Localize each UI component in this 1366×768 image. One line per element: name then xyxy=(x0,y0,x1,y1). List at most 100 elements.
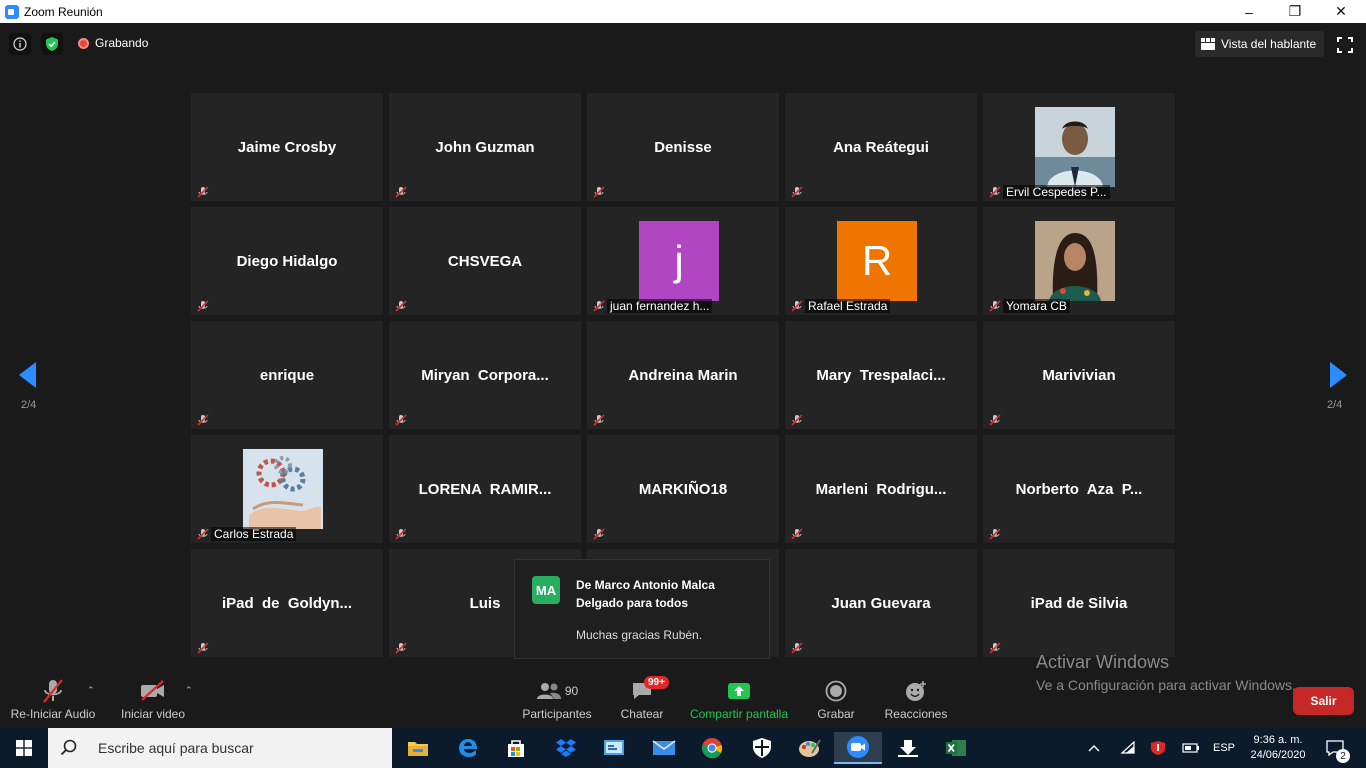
prev-page-arrow-icon[interactable] xyxy=(19,362,36,388)
audio-button[interactable]: Re-Iniciar Audio xyxy=(8,677,98,721)
participants-label: Participantes xyxy=(522,707,592,721)
muted-mic-icon xyxy=(8,677,98,705)
control-panel-icon[interactable] xyxy=(590,732,638,764)
reactions-icon-wrap xyxy=(882,677,950,705)
chat-notification-popup[interactable]: MA De Marco Antonio Malca Delgado para t… xyxy=(514,559,770,659)
antivirus-tray-icon[interactable] xyxy=(1148,728,1168,768)
muted-mic-icon xyxy=(989,299,1001,312)
participant-tile[interactable]: LORENA RAMIR... xyxy=(389,435,581,543)
share-screen-label: Compartir pantalla xyxy=(689,707,789,721)
video-button[interactable]: Iniciar video xyxy=(116,677,190,721)
participant-tile[interactable]: Mary Trespalaci... xyxy=(785,321,977,429)
muted-mic-icon xyxy=(395,527,407,540)
participant-avatar: R xyxy=(837,221,917,301)
info-icon[interactable] xyxy=(9,33,31,55)
record-button[interactable]: Grabar xyxy=(810,677,862,721)
participant-label: Yomara CB xyxy=(1003,299,1070,313)
muted-mic-icon xyxy=(791,527,803,540)
participant-name: Ana Reátegui xyxy=(833,139,929,156)
muted-mic-icon xyxy=(197,413,209,426)
participant-tile[interactable]: Norberto Aza P... xyxy=(983,435,1175,543)
participant-name: LORENA RAMIR... xyxy=(418,481,552,498)
participant-tile[interactable]: Ervil Cespedes P... xyxy=(983,93,1175,201)
muted-mic-icon xyxy=(197,641,209,654)
participant-name: MARKIÑO18 xyxy=(638,481,728,498)
close-button[interactable]: ✕ xyxy=(1318,0,1364,23)
tray-overflow-chevron-icon[interactable] xyxy=(1084,728,1104,768)
reactions-button[interactable]: Reacciones xyxy=(882,677,950,721)
participants-icon-wrap: 90 xyxy=(520,677,594,705)
language-indicator[interactable]: ESP xyxy=(1210,728,1238,768)
speaker-view-label: Vista del hablante xyxy=(1221,37,1317,51)
speaker-view-button[interactable]: Vista del hablante xyxy=(1195,31,1324,57)
sender-avatar: MA xyxy=(532,576,560,604)
encryption-shield-icon[interactable] xyxy=(41,33,63,55)
participant-tile[interactable]: Andreina Marin xyxy=(587,321,779,429)
participant-tile[interactable]: enrique xyxy=(191,321,383,429)
dropbox-icon[interactable] xyxy=(542,732,590,764)
participant-name: Norberto Aza P... xyxy=(1015,481,1143,498)
watermark-line2: Ve a Configuración para activar Windows. xyxy=(1036,677,1296,693)
chat-button[interactable]: 99+ Chatear xyxy=(612,676,672,721)
muted-mic-icon xyxy=(989,527,1001,540)
participant-tile[interactable]: R Rafael Estrada xyxy=(785,207,977,315)
store-icon[interactable] xyxy=(492,732,540,764)
participant-tile[interactable]: j juan fernandez h... xyxy=(587,207,779,315)
participant-tile[interactable]: Juan Guevara xyxy=(785,549,977,657)
participant-tile[interactable]: Yomara CB xyxy=(983,207,1175,315)
record-label: Grabar xyxy=(817,707,855,721)
download-manager-icon[interactable] xyxy=(884,732,932,764)
battery-icon[interactable] xyxy=(1180,728,1202,768)
taskbar-search-box[interactable]: Escribe aquí para buscar xyxy=(48,728,392,768)
participant-tile[interactable]: Denisse xyxy=(587,93,779,201)
mail-icon[interactable] xyxy=(640,732,688,764)
recording-indicator[interactable]: Grabando xyxy=(78,36,148,50)
minimize-button[interactable]: – xyxy=(1226,0,1272,23)
participant-tile[interactable]: Marivivian xyxy=(983,321,1175,429)
participant-tile[interactable]: Diego Hidalgo xyxy=(191,207,383,315)
search-icon xyxy=(60,739,77,756)
participant-avatar: j xyxy=(639,221,719,301)
participant-tile[interactable]: iPad de Goldyn... xyxy=(191,549,383,657)
participants-button[interactable]: 90 Participantes xyxy=(520,677,594,721)
security-shield-icon[interactable] xyxy=(738,732,786,764)
muted-mic-icon xyxy=(791,299,803,312)
next-page-arrow-icon[interactable] xyxy=(1330,362,1347,388)
leave-meeting-button[interactable]: Salir xyxy=(1293,687,1354,715)
file-explorer-icon[interactable] xyxy=(394,732,442,764)
fullscreen-icon[interactable] xyxy=(1337,37,1353,53)
page-indicator-right: 2/4 xyxy=(1327,399,1343,411)
paint-icon[interactable] xyxy=(786,732,834,764)
avatar-letter: R xyxy=(861,237,893,284)
participant-name: Juan Guevara xyxy=(831,595,931,612)
participant-name: CHSVEGA xyxy=(447,253,523,270)
action-center-icon[interactable]: 2 xyxy=(1320,728,1350,768)
participant-tile[interactable]: Ana Reátegui xyxy=(785,93,977,201)
excel-icon[interactable] xyxy=(932,732,980,764)
zoom-logo-icon xyxy=(5,4,19,19)
participant-tile[interactable]: Carlos Estrada xyxy=(191,435,383,543)
video-options-caret-icon[interactable]: ⌃ xyxy=(185,685,193,696)
chrome-icon[interactable] xyxy=(688,732,736,764)
participant-tile[interactable]: iPad de Silvia xyxy=(983,549,1175,657)
participant-tile[interactable]: John Guzman xyxy=(389,93,581,201)
participant-tile[interactable]: MARKIÑO18 xyxy=(587,435,779,543)
edge-browser-icon[interactable] xyxy=(444,732,492,764)
participant-tile[interactable]: Marleni Rodrigu... xyxy=(785,435,977,543)
restore-button[interactable]: ❐ xyxy=(1272,0,1318,23)
share-screen-button[interactable]: Compartir pantalla xyxy=(687,677,791,721)
participant-tile[interactable]: CHSVEGA xyxy=(389,207,581,315)
search-placeholder: Escribe aquí para buscar xyxy=(98,740,254,756)
chat-message: Muchas gracias Rubén. xyxy=(576,628,703,642)
windows-start-icon[interactable] xyxy=(0,728,48,768)
muted-mic-icon xyxy=(791,641,803,654)
clock[interactable]: 9:36 a. m. 24/06/2020 xyxy=(1244,728,1312,768)
wifi-icon[interactable] xyxy=(1118,728,1138,768)
zoom-taskbar-icon[interactable] xyxy=(834,732,882,764)
participant-tile[interactable]: Miryan Corpora... xyxy=(389,321,581,429)
reactions-label: Reacciones xyxy=(884,707,948,721)
muted-mic-icon xyxy=(593,413,605,426)
audio-options-caret-icon[interactable]: ⌃ xyxy=(87,685,95,696)
participant-tile[interactable]: Jaime Crosby xyxy=(191,93,383,201)
muted-mic-icon xyxy=(791,413,803,426)
